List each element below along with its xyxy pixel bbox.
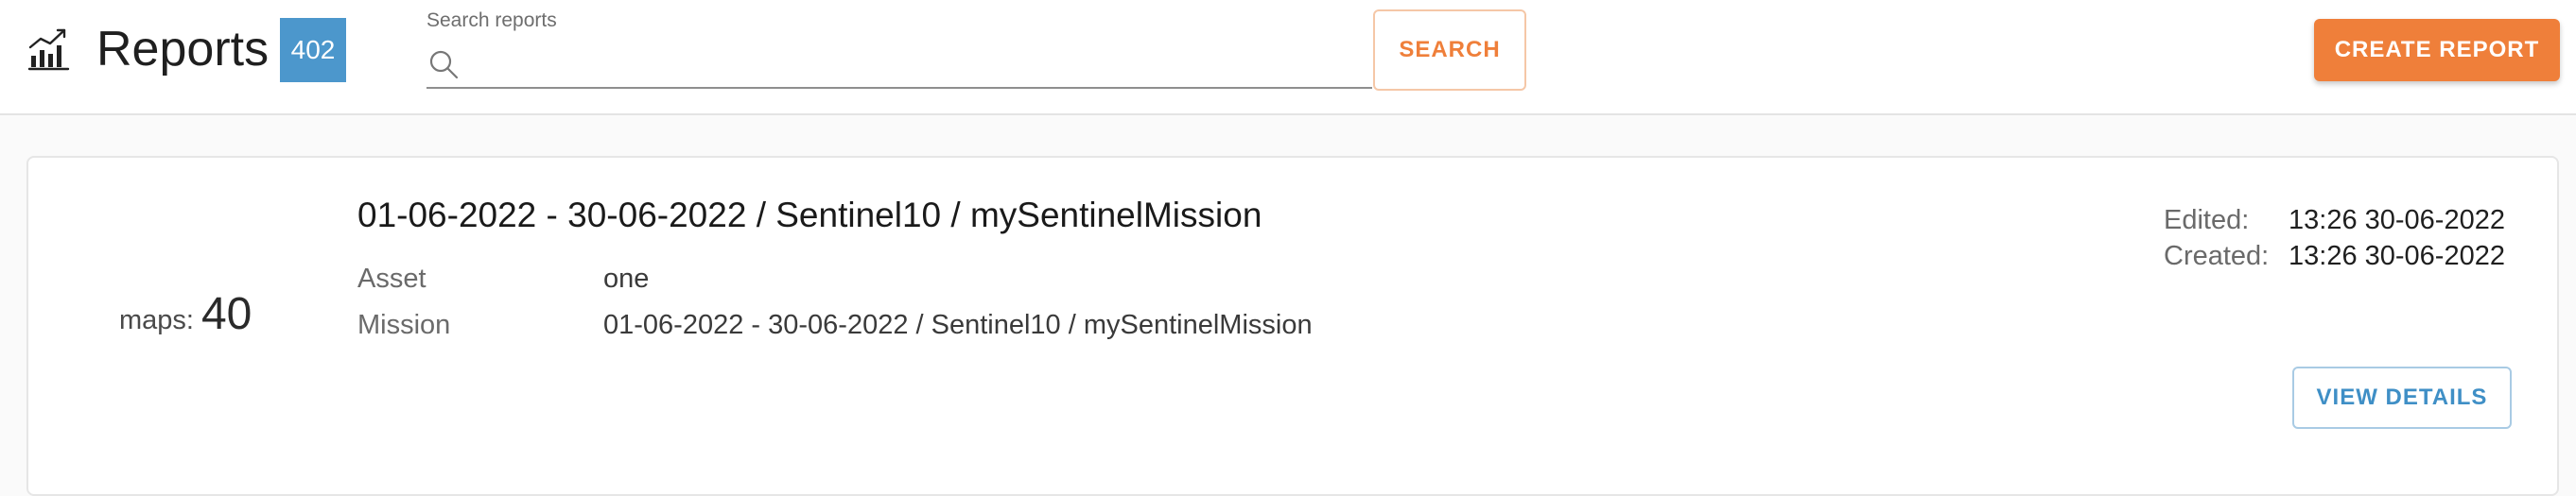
report-card: maps: 40 01-06-2022 - 30-06-2022 / Sentin… xyxy=(26,156,2559,496)
app-header: Reports 402 Search reports SEARCH CREATE… xyxy=(0,0,2576,115)
page-title: Reports xyxy=(96,22,270,77)
search-input[interactable] xyxy=(470,43,1359,85)
mission-label: Mission xyxy=(357,310,451,340)
asset-label: Asset xyxy=(357,264,426,294)
report-count-badge: 402 xyxy=(280,18,346,82)
create-report-button[interactable]: CREATE REPORT xyxy=(2314,19,2560,81)
search-icon xyxy=(429,50,459,79)
created-label: Created: xyxy=(2164,241,2270,271)
mission-value: 01-06-2022 - 30-06-2022 / Sentinel10 / m… xyxy=(603,310,1313,340)
search-label: Search reports xyxy=(426,9,557,31)
maps-label: maps: xyxy=(119,305,194,335)
maps-count: 40 xyxy=(200,289,252,339)
asset-value: one xyxy=(603,264,650,294)
edited-label: Edited: xyxy=(2164,205,2250,235)
maps-summary: maps: 40 xyxy=(119,288,252,340)
created-timestamp: 13:26 30-06-2022 xyxy=(2289,241,2505,271)
edited-timestamp: 13:26 30-06-2022 xyxy=(2289,205,2505,235)
chart-icon xyxy=(27,28,70,71)
report-title: 01-06-2022 - 30-06-2022 / Sentinel10 / m… xyxy=(357,196,1262,234)
search-field[interactable] xyxy=(426,42,1372,89)
search-button[interactable]: SEARCH xyxy=(1373,9,1526,91)
view-details-button[interactable]: VIEW DETAILS xyxy=(2292,367,2512,429)
